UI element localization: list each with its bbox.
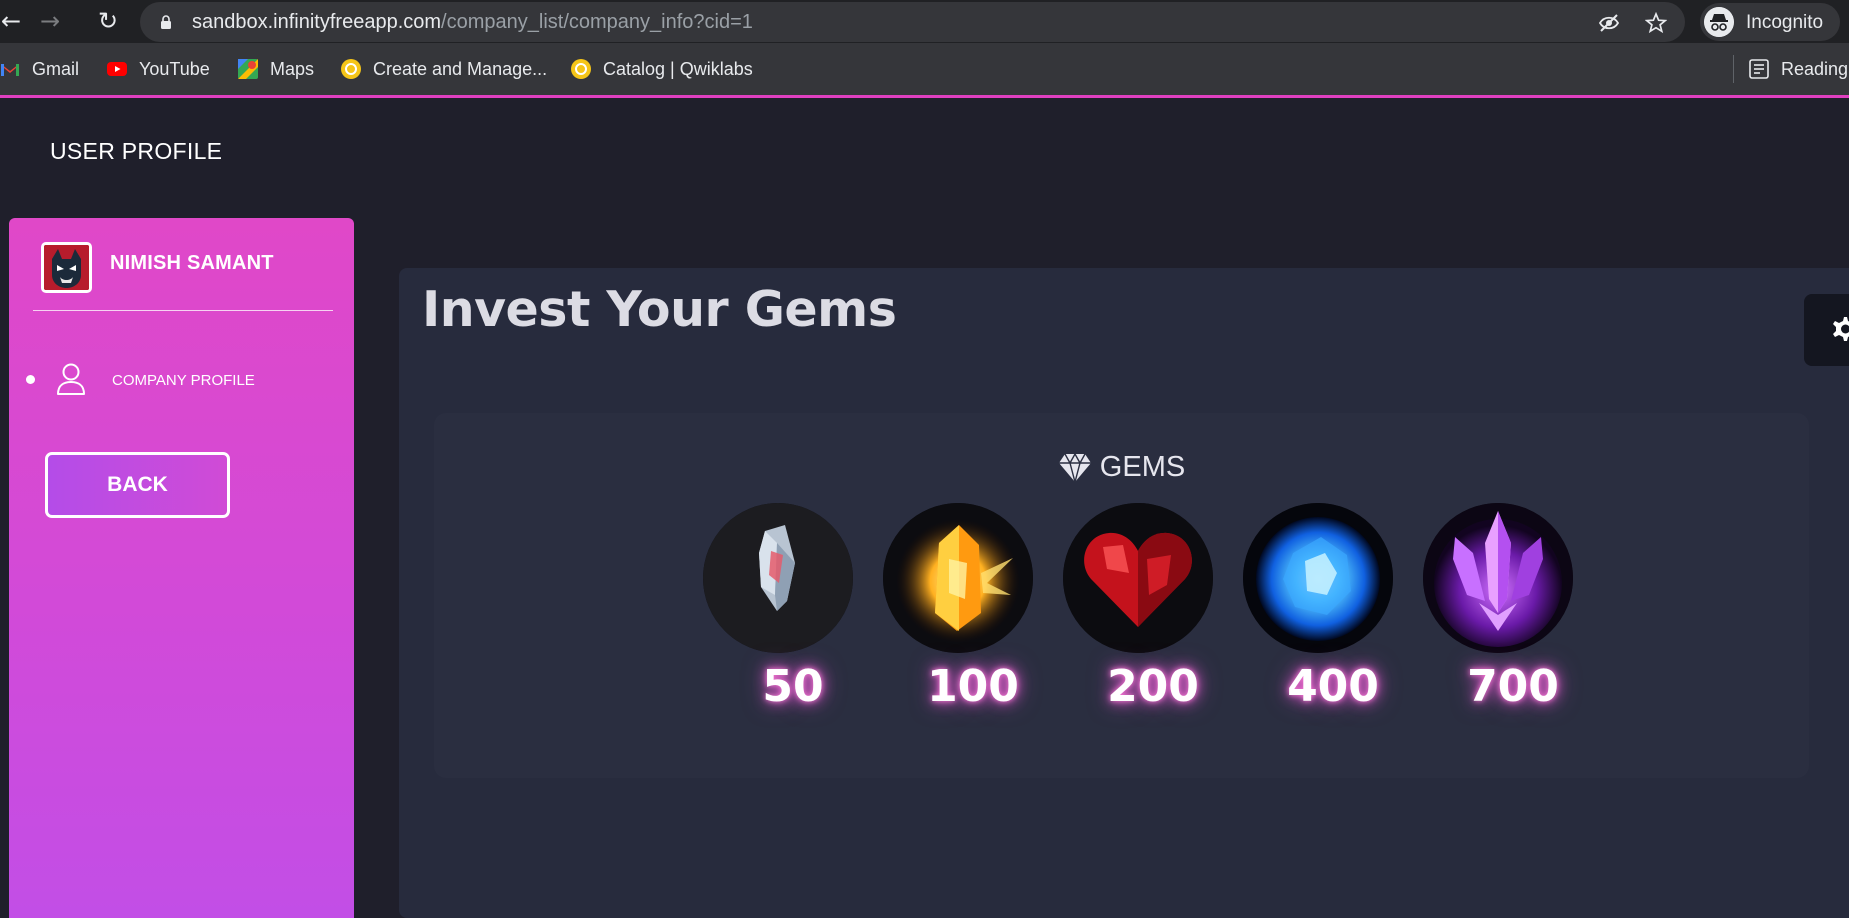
- maps-icon: [238, 59, 258, 79]
- bookmark-label: YouTube: [139, 58, 210, 79]
- avatar[interactable]: [41, 242, 92, 293]
- gems-title: GEMS: [1099, 451, 1186, 483]
- gem-option-400[interactable]: 400: [1243, 503, 1393, 733]
- forward-arrow-icon[interactable]: →: [35, 6, 65, 36]
- bookmark-maps[interactable]: Maps: [238, 56, 314, 82]
- gem-value: 700: [1467, 661, 1559, 712]
- gem-value: 100: [927, 661, 1019, 712]
- qwiklabs-icon: [571, 59, 591, 79]
- url-path: /company_list/company_info?cid=1: [441, 11, 753, 33]
- avatar-mascot-icon: [44, 245, 89, 290]
- browser-toolbar: ← → ↻ sandbox.infinityfreeapp.com/compan…: [0, 0, 1849, 43]
- bookmark-label: Maps: [270, 58, 315, 79]
- blue-orb-icon: [1243, 503, 1393, 653]
- page: USER PROFILE NIMISH SAMANT COMPANY PROFI…: [0, 101, 1849, 918]
- url-text: sandbox.infinityfreeapp.com/company_list…: [192, 11, 753, 34]
- qwiklabs-icon: [341, 59, 361, 79]
- invest-card: Invest Your Gems GEMS 50 100 200 400 700: [399, 268, 1849, 918]
- sidebar-divider: [33, 310, 333, 311]
- gmail-icon: [1, 64, 19, 76]
- amber-crystal-icon: [883, 503, 1033, 653]
- gem-option-700[interactable]: 700: [1423, 503, 1573, 733]
- bookmarks-divider: [1733, 55, 1734, 83]
- reading-list-label: Reading: [1781, 58, 1849, 79]
- address-bar[interactable]: sandbox.infinityfreeapp.com/company_list…: [140, 2, 1685, 42]
- bookmark-label: Catalog | Qwiklabs: [603, 58, 753, 79]
- gem-image: [703, 503, 853, 653]
- incognito-label: Incognito: [1746, 12, 1824, 33]
- gem-image: [1063, 503, 1213, 653]
- crystal-shard-icon: [703, 503, 853, 653]
- url-host: sandbox.infinityfreeapp.com: [192, 11, 442, 33]
- bookmark-youtube[interactable]: YouTube: [107, 56, 210, 82]
- gear-icon: [1833, 317, 1849, 341]
- back-button[interactable]: BACK: [45, 452, 230, 518]
- bookmark-create-and-manage[interactable]: Create and Manage...: [341, 56, 547, 82]
- active-indicator: [26, 375, 35, 384]
- eye-off-icon[interactable]: [1598, 12, 1620, 34]
- amethyst-cluster-icon: [1423, 503, 1573, 653]
- reading-list-icon: [1749, 59, 1769, 79]
- user-name: NIMISH SAMANT: [110, 252, 274, 274]
- reading-list-button[interactable]: Reading: [1749, 56, 1848, 82]
- gem-option-50[interactable]: 50: [703, 503, 853, 733]
- gems-header: GEMS: [434, 451, 1809, 484]
- incognito-chip[interactable]: Incognito: [1700, 3, 1840, 41]
- gem-image: [883, 503, 1033, 653]
- sidebar-item-company-profile[interactable]: COMPANY PROFILE: [112, 372, 255, 389]
- bookmark-label: Create and Manage...: [373, 58, 548, 79]
- gem-value: 400: [1287, 661, 1379, 712]
- bookmarks-bar: Gmail YouTube Maps Create and Manage... …: [0, 43, 1849, 98]
- incognito-icon: [1704, 7, 1734, 37]
- settings-toggle[interactable]: [1804, 294, 1849, 366]
- back-arrow-icon[interactable]: ←: [0, 6, 26, 36]
- gems-panel: GEMS 50 100 200 400 700: [434, 413, 1809, 778]
- gem-option-200[interactable]: 200: [1063, 503, 1213, 733]
- gem-image: [1423, 503, 1573, 653]
- youtube-icon: [107, 62, 127, 76]
- lock-icon: [161, 15, 171, 29]
- gem-option-100[interactable]: 100: [883, 503, 1033, 733]
- bookmark-catalog-qwiklabs[interactable]: Catalog | Qwiklabs: [571, 56, 753, 82]
- sidebar: NIMISH SAMANT COMPANY PROFILE BACK: [9, 218, 354, 918]
- invest-heading: Invest Your Gems: [422, 281, 897, 338]
- page-title: USER PROFILE: [50, 138, 223, 164]
- user-icon[interactable]: [55, 362, 87, 396]
- ruby-heart-icon: [1063, 503, 1213, 653]
- bookmark-label: Gmail: [32, 58, 80, 79]
- reload-icon[interactable]: ↻: [93, 6, 123, 36]
- gem-value: 50: [762, 661, 824, 712]
- gem-image: [1243, 503, 1393, 653]
- diamond-icon: [1058, 452, 1091, 483]
- gem-value: 200: [1107, 661, 1199, 712]
- star-icon[interactable]: [1645, 12, 1667, 34]
- bookmark-gmail[interactable]: Gmail: [0, 56, 79, 82]
